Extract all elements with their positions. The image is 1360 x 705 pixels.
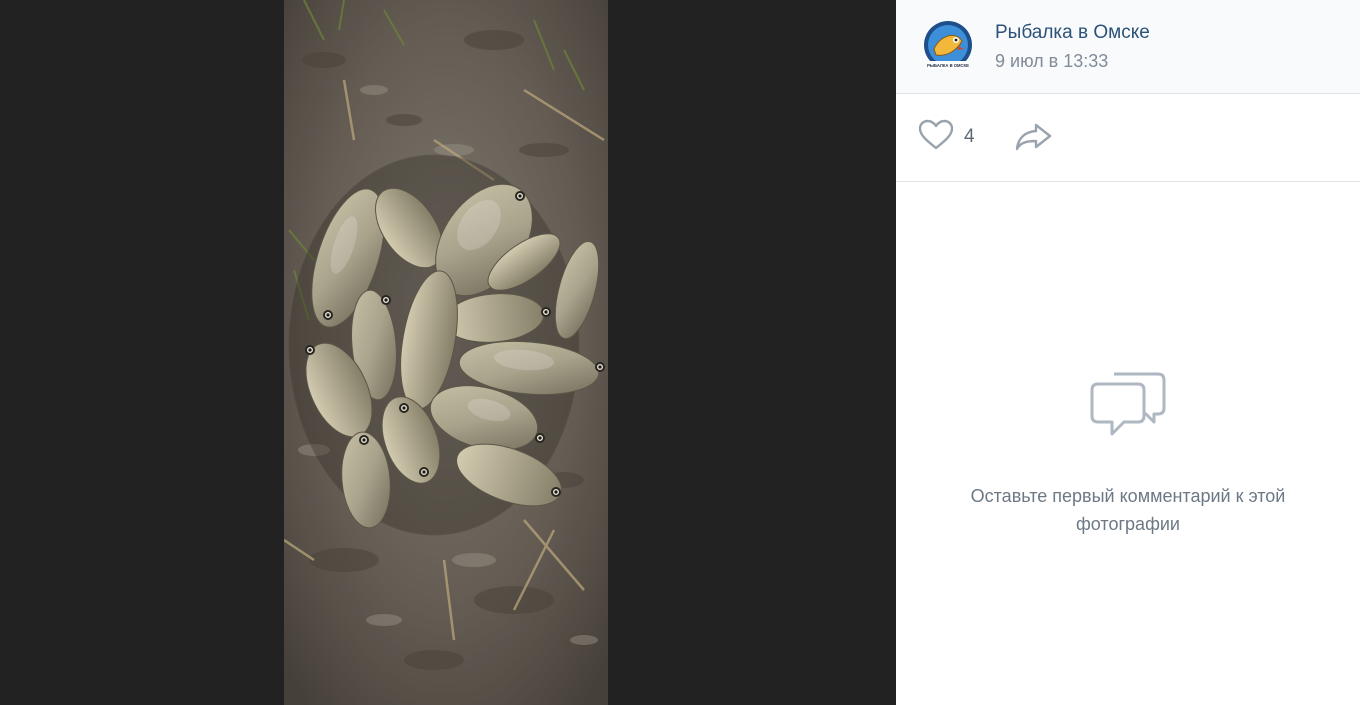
post-actions: 4 xyxy=(896,95,1360,182)
share-arrow-icon xyxy=(1014,123,1054,157)
comment-bubbles-icon xyxy=(1088,370,1168,442)
photo-viewer xyxy=(0,0,896,705)
share-button[interactable] xyxy=(1014,121,1054,153)
empty-comments-text: Оставьте первый комментарий к этой фотог… xyxy=(970,486,1286,534)
post-header: РЫБАЛКА В ОМСКЕ Рыбалка в Омске 9 июл в … xyxy=(896,0,1360,94)
fish-catch-photo[interactable] xyxy=(284,0,608,705)
svg-text:РЫБАЛКА В ОМСКЕ: РЫБАЛКА В ОМСКЕ xyxy=(927,63,969,68)
photo-side-panel: РЫБАЛКА В ОМСКЕ Рыбалка в Омске 9 июл в … xyxy=(896,0,1360,705)
like-count: 4 xyxy=(964,126,975,147)
comments-empty-state: Оставьте первый комментарий к этой фотог… xyxy=(896,370,1360,538)
heart-outline-icon xyxy=(918,119,954,156)
post-date[interactable]: 9 июл в 13:33 xyxy=(995,51,1108,72)
community-avatar[interactable]: РЫБАЛКА В ОМСКЕ xyxy=(922,19,974,75)
like-button[interactable]: 4 xyxy=(918,119,975,156)
author-name[interactable]: Рыбалка в Омске xyxy=(995,22,1150,44)
